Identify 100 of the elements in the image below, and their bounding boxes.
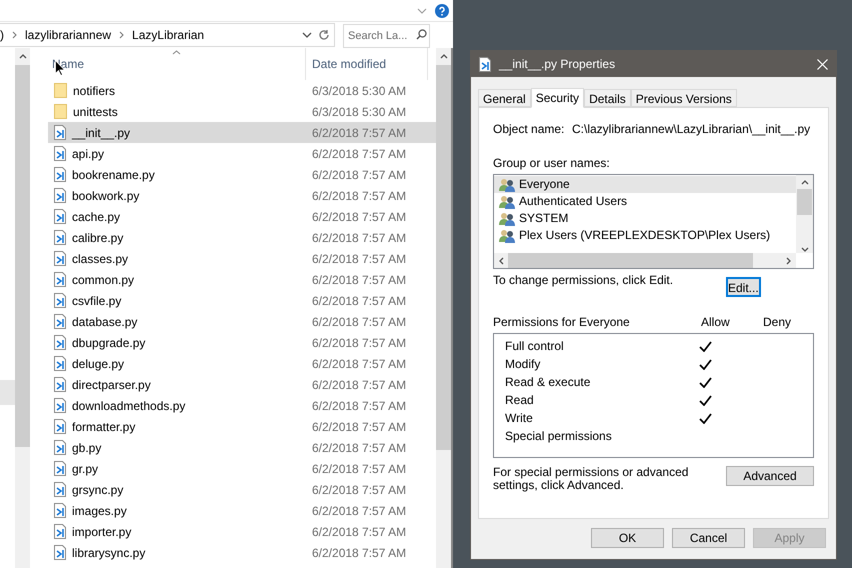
python-file-icon — [54, 356, 66, 371]
check-icon — [699, 412, 712, 424]
permissions-label: Permissions for Everyone — [493, 314, 631, 331]
file-date: 6/2/2018 7:57 AM — [311, 188, 406, 204]
python-file-icon — [54, 482, 66, 497]
user-item[interactable]: Authenticated Users — [494, 193, 796, 210]
file-date: 6/2/2018 7:57 AM — [311, 250, 406, 268]
permission-name: Special permissions — [504, 428, 613, 445]
file-name: librarysync.py — [72, 544, 146, 562]
file-row[interactable]: dbupgrade.py 6/2/2018 7:57 AM — [48, 332, 436, 353]
file-row[interactable]: unittests 6/3/2018 5:30 AM — [48, 101, 436, 122]
file-row[interactable]: gb.py 6/2/2018 7:57 AM — [48, 437, 436, 458]
chevron-down-icon[interactable] — [800, 247, 808, 252]
folder-icon — [54, 104, 67, 119]
refresh-icon[interactable] — [318, 29, 330, 41]
file-date: 6/2/2018 7:57 AM — [311, 460, 406, 478]
file-row[interactable]: common.py 6/2/2018 7:57 AM — [48, 269, 436, 290]
file-date: 6/2/2018 7:57 AM — [311, 314, 406, 330]
file-name: directparser.py — [72, 376, 151, 394]
tab[interactable]: Details — [584, 89, 631, 107]
file-row[interactable]: grsync.py 6/2/2018 7:57 AM — [48, 479, 436, 500]
address-bar[interactable]: ) lazylibrariannew LazyLibrarian — [0, 23, 335, 47]
file-row[interactable]: deluge.py 6/2/2018 7:57 AM — [48, 353, 436, 374]
chevron-up-icon[interactable] — [440, 54, 448, 59]
help-icon[interactable] — [435, 4, 449, 18]
file-row[interactable]: __init__.py 6/2/2018 7:57 AM — [48, 122, 436, 143]
dialog-button[interactable]: Cancel — [672, 528, 745, 548]
python-file-icon — [54, 314, 66, 329]
permission-name: Full control — [504, 338, 565, 355]
scrollbar[interactable] — [494, 253, 796, 268]
file-name: bookrename.py — [72, 166, 155, 184]
advanced-button[interactable]: Advanced — [726, 466, 814, 486]
file-row[interactable]: directparser.py 6/2/2018 7:57 AM — [48, 374, 436, 395]
user-item[interactable]: Plex Users (VREEPLEXDESKTOP\Plex Users) — [494, 227, 796, 244]
column-header: Allow — [701, 314, 731, 331]
breadcrumb-item[interactable]: ) — [0, 26, 4, 44]
chevron-up-icon[interactable] — [800, 180, 808, 185]
file-name: importer.py — [72, 524, 132, 540]
chevron-right-icon[interactable] — [786, 256, 791, 264]
tab[interactable]: General — [478, 89, 531, 107]
users-icon — [499, 194, 515, 208]
file-row[interactable]: api.py 6/2/2018 7:57 AM — [48, 143, 436, 164]
tab[interactable]: Security — [530, 88, 584, 108]
python-file-icon — [54, 440, 66, 455]
tab[interactable]: Previous Versions — [630, 89, 737, 107]
file-name: grsync.py — [72, 482, 124, 498]
breadcrumb-item[interactable]: lazylibrariannew — [25, 26, 112, 44]
file-name: csvfile.py — [72, 292, 122, 310]
file-name: images.py — [72, 502, 127, 520]
user-item[interactable]: Everyone — [494, 176, 796, 193]
file-date: 6/2/2018 7:57 AM — [311, 230, 406, 246]
file-row[interactable]: formatter.py 6/2/2018 7:57 AM — [48, 416, 436, 437]
python-file-icon — [479, 56, 491, 72]
file-name: calibre.py — [72, 230, 124, 246]
file-row[interactable]: bookwork.py 6/2/2018 7:57 AM — [48, 185, 436, 206]
user-item[interactable]: SYSTEM — [494, 210, 796, 227]
chevron-left-icon[interactable] — [499, 256, 504, 264]
file-row[interactable]: importer.py 6/2/2018 7:57 AM — [48, 521, 436, 542]
file-row[interactable]: librarysync.py 6/2/2018 7:57 AM — [48, 542, 436, 563]
file-row[interactable]: images.py 6/2/2018 7:57 AM — [48, 500, 436, 521]
file-row[interactable]: notifiers 6/3/2018 5:30 AM — [48, 80, 436, 101]
chevron-down-icon[interactable] — [302, 32, 312, 38]
file-name: formatter.py — [72, 418, 136, 436]
permission-name: Read — [504, 392, 535, 409]
python-file-icon — [54, 209, 66, 224]
file-name: database.py — [72, 314, 138, 330]
file-name: cache.py — [72, 208, 120, 226]
file-name: __init__.py — [72, 124, 130, 142]
file-date: 6/2/2018 7:57 AM — [311, 398, 406, 414]
file-row[interactable]: downloadmethods.py 6/2/2018 7:57 AM — [48, 395, 436, 416]
python-file-icon — [54, 125, 66, 140]
file-date: 6/2/2018 7:57 AM — [311, 146, 406, 162]
check-icon — [699, 340, 712, 352]
chevron-up-icon[interactable] — [18, 54, 26, 59]
search-field[interactable]: Search La... — [343, 24, 430, 48]
dialog-button[interactable]: OK — [591, 528, 664, 548]
file-row[interactable]: calibre.py 6/2/2018 7:57 AM — [48, 227, 436, 248]
edit-button[interactable]: Edit... — [726, 277, 761, 297]
file-name: gr.py — [72, 460, 98, 478]
file-name: gb.py — [72, 440, 102, 456]
file-date: 6/2/2018 7:57 AM — [311, 166, 406, 184]
file-row[interactable]: classes.py 6/2/2018 7:57 AM — [48, 248, 436, 269]
chevron-right-icon — [12, 31, 17, 39]
file-name: dbupgrade.py — [72, 334, 146, 352]
scrollbar[interactable] — [796, 175, 813, 253]
file-date: 6/2/2018 7:57 AM — [311, 124, 406, 142]
scrollbar[interactable] — [15, 48, 30, 568]
file-row[interactable]: cache.py 6/2/2018 7:57 AM — [48, 206, 436, 227]
breadcrumb-item[interactable]: LazyLibrarian — [132, 26, 204, 44]
python-file-icon — [54, 251, 66, 266]
file-date: 6/3/2018 5:30 AM — [311, 82, 406, 100]
file-date: 6/2/2018 7:57 AM — [311, 208, 406, 226]
file-name: api.py — [72, 146, 104, 162]
file-row[interactable]: gr.py 6/2/2018 7:57 AM — [48, 458, 436, 479]
close-icon[interactable] — [817, 58, 828, 70]
file-row[interactable]: database.py 6/2/2018 7:57 AM — [48, 311, 436, 332]
column-header[interactable]: Date modified — [306, 48, 428, 80]
file-row[interactable]: bookrename.py 6/2/2018 7:57 AM — [48, 164, 436, 185]
file-row[interactable]: csvfile.py 6/2/2018 7:57 AM — [48, 290, 436, 311]
scrollbar[interactable] — [436, 48, 453, 568]
